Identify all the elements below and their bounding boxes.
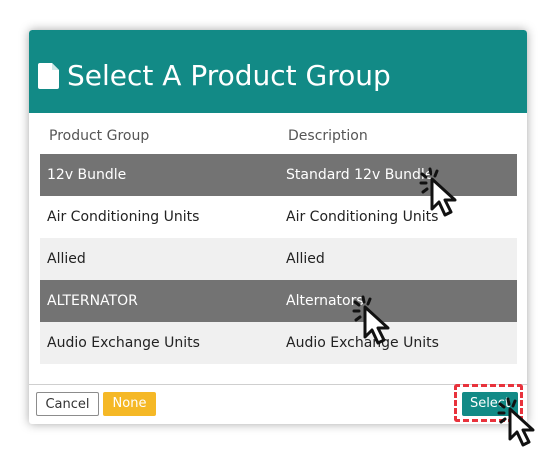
cell-description: Air Conditioning Units <box>286 209 439 225</box>
table-row[interactable]: Allied Allied <box>40 238 517 280</box>
click-cursor-icon <box>497 397 535 447</box>
dialog-header: Select A Product Group <box>29 30 527 113</box>
table-row[interactable]: ALTERNATOR Alternators <box>40 280 517 322</box>
table-row[interactable]: Audio Exchange Units Audio Exchange Unit… <box>40 322 517 364</box>
cell-description: Standard 12v Bundle <box>286 167 434 183</box>
cell-product-group: ALTERNATOR <box>47 293 138 309</box>
document-icon <box>38 63 59 89</box>
none-button[interactable]: None <box>103 392 156 416</box>
cell-description: Allied <box>286 251 325 267</box>
column-header-product-group: Product Group <box>49 128 150 144</box>
footer-divider <box>29 384 527 385</box>
dialog-title: Select A Product Group <box>67 59 391 92</box>
cell-product-group: 12v Bundle <box>47 167 127 183</box>
select-product-group-dialog: Select A Product Group Product Group Des… <box>29 30 527 424</box>
click-cursor-icon <box>352 295 390 345</box>
cell-product-group: Allied <box>47 251 86 267</box>
column-header-description: Description <box>288 128 368 144</box>
cell-product-group: Audio Exchange Units <box>47 335 200 351</box>
click-cursor-icon <box>419 167 457 217</box>
cell-product-group: Air Conditioning Units <box>47 209 200 225</box>
cancel-button[interactable]: Cancel <box>36 392 99 416</box>
